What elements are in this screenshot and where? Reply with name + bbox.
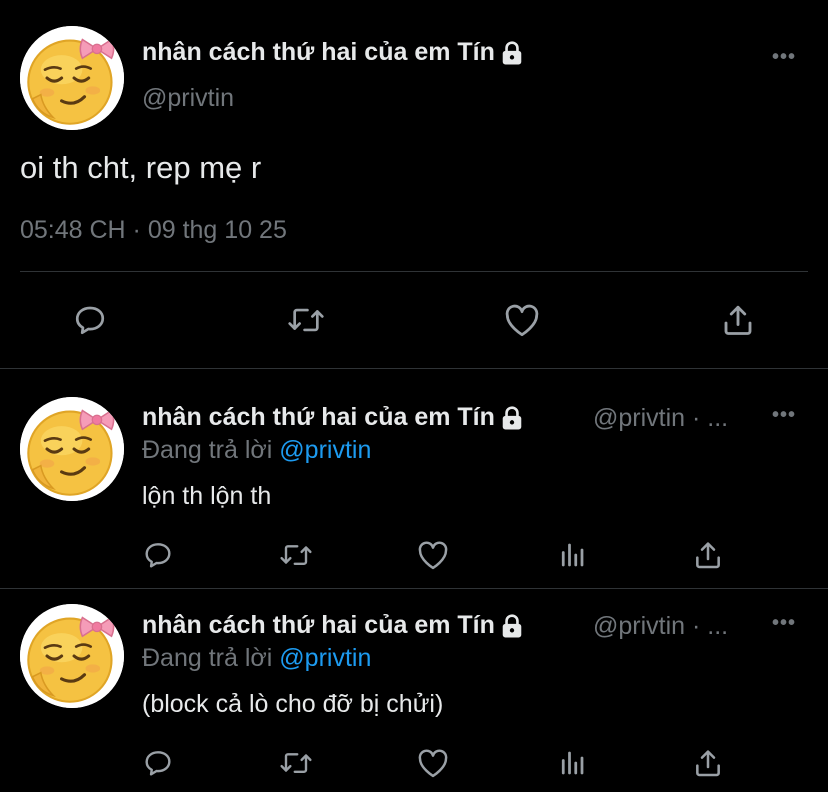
handle-time[interactable]: @privtin · ...: [593, 404, 728, 433]
lock-icon: [501, 406, 523, 430]
reply-icon[interactable]: [140, 745, 176, 781]
like-icon[interactable]: [500, 300, 544, 340]
reply-icon[interactable]: [70, 300, 110, 340]
share-icon[interactable]: [718, 300, 758, 340]
tweet-text: oi th cht, rep mẹ r: [20, 150, 262, 185]
replying-mention[interactable]: @privtin: [279, 644, 371, 672]
section-divider: [0, 368, 828, 369]
retweet-icon[interactable]: [284, 300, 328, 340]
like-icon[interactable]: [414, 745, 452, 781]
replying-mention[interactable]: @privtin: [279, 436, 371, 464]
display-name[interactable]: nhân cách thứ hai của em Tín: [142, 611, 523, 640]
like-icon[interactable]: [414, 537, 452, 573]
retweet-icon[interactable]: [276, 745, 316, 781]
tweet-text: (block cả lò cho đỡ bị chửi): [142, 690, 444, 718]
reply-icon[interactable]: [140, 537, 176, 573]
more-options-icon[interactable]: •••: [772, 46, 796, 69]
analytics-icon[interactable]: [554, 537, 590, 573]
more-options-icon[interactable]: •••: [772, 404, 796, 427]
divider: [20, 271, 808, 272]
share-icon[interactable]: [690, 745, 726, 781]
replying-to: Đang trả lời @privtin: [142, 644, 371, 673]
section-divider: [0, 588, 828, 589]
replying-prefix: Đang trả lời: [142, 644, 273, 672]
analytics-icon[interactable]: [554, 745, 590, 781]
avatar[interactable]: [20, 26, 124, 130]
more-options-icon[interactable]: •••: [772, 612, 796, 635]
lock-icon: [501, 41, 523, 65]
avatar[interactable]: [20, 397, 124, 501]
share-icon[interactable]: [690, 537, 726, 573]
tweet-timestamp[interactable]: 05:48 CH · 09 thg 10 25: [20, 216, 287, 245]
replying-prefix: Đang trả lời: [142, 436, 273, 464]
display-name[interactable]: nhân cách thứ hai của em Tín: [142, 403, 523, 432]
retweet-icon[interactable]: [276, 537, 316, 573]
display-name-text: nhân cách thứ hai của em Tín: [142, 403, 495, 431]
replying-to: Đang trả lời @privtin: [142, 436, 371, 465]
handle[interactable]: @privtin: [142, 84, 234, 113]
tweet-text: lộn th lộn th: [142, 482, 272, 510]
handle-time[interactable]: @privtin · ...: [593, 612, 728, 641]
display-name-text: nhân cách thứ hai của em Tín: [142, 611, 495, 639]
avatar[interactable]: [20, 604, 124, 708]
display-name[interactable]: nhân cách thứ hai của em Tín: [142, 38, 523, 67]
display-name-text: nhân cách thứ hai của em Tín: [142, 38, 495, 66]
lock-icon: [501, 614, 523, 638]
